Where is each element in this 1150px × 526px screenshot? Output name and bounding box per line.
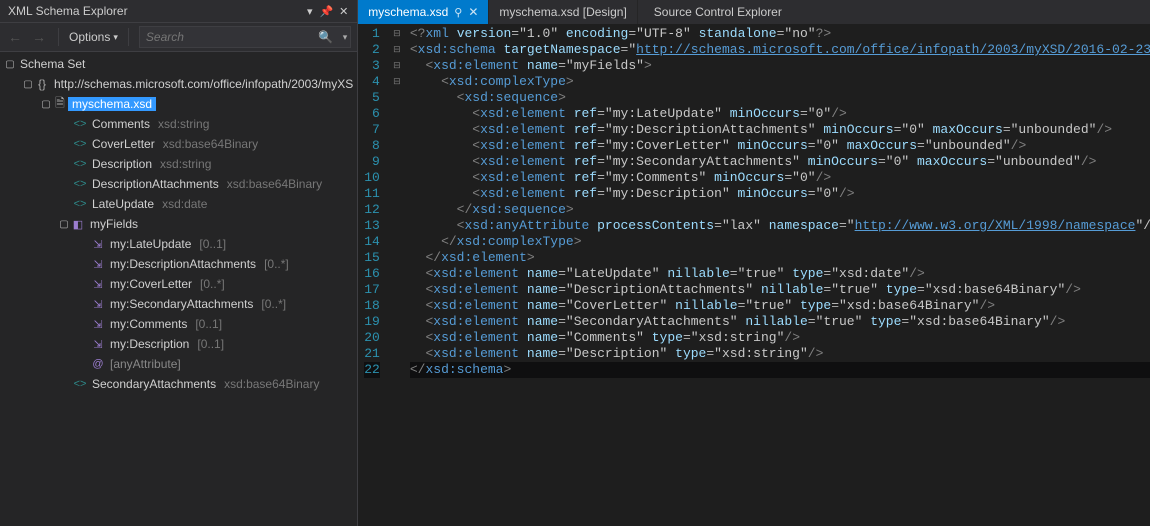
ref-node[interactable]: my:SecondaryAttachments xyxy=(106,297,257,311)
options-button[interactable]: Options ▾ xyxy=(69,30,118,44)
element-icon: <> xyxy=(72,378,88,390)
ref-node[interactable]: my:Description xyxy=(106,337,193,351)
ref-icon: ⇲ xyxy=(90,258,106,271)
element-node[interactable]: Description xyxy=(88,157,156,171)
element-type: xsd:base64Binary xyxy=(224,377,319,391)
options-label: Options xyxy=(69,30,110,44)
ref-icon: ⇲ xyxy=(90,318,106,331)
cardinality: [0..1] xyxy=(199,237,226,251)
window-options-icon[interactable]: ▾ xyxy=(304,6,315,17)
cardinality: [0..1] xyxy=(197,337,224,351)
element-node[interactable]: CoverLetter xyxy=(88,137,159,151)
ref-node[interactable]: my:Comments xyxy=(106,317,191,331)
ref-icon: ⇲ xyxy=(90,338,106,351)
xml-schema-explorer-panel: XML Schema Explorer ▾ 📌 ✕ ← → Options ▾ … xyxy=(0,0,358,526)
separator xyxy=(58,28,59,46)
namespace-icon: {} xyxy=(34,77,50,91)
anyattribute-icon: @ xyxy=(90,358,106,370)
toggle-icon[interactable]: ▢ xyxy=(22,79,34,90)
element-node[interactable]: LateUpdate xyxy=(88,197,158,211)
document-tabs: myschema.xsd ⚲ ✕ myschema.xsd [Design] S… xyxy=(358,0,1150,24)
element-icon: <> xyxy=(72,198,88,210)
ref-icon: ⇲ xyxy=(90,278,106,291)
ref-node[interactable]: my:LateUpdate xyxy=(106,237,195,251)
forward-icon[interactable]: → xyxy=(30,29,48,45)
element-node[interactable]: Comments xyxy=(88,117,154,131)
search-chevron-icon[interactable]: ▾ xyxy=(343,32,348,43)
search-wrap: 🔍 ▾ xyxy=(139,26,351,48)
close-icon[interactable]: ✕ xyxy=(338,6,349,17)
file-node[interactable]: myschema.xsd xyxy=(68,97,156,111)
ref-node[interactable]: my:DescriptionAttachments xyxy=(106,257,260,271)
element-type: xsd:date xyxy=(162,197,207,211)
file-icon: 🗎 xyxy=(52,94,68,115)
cardinality: [0..*] xyxy=(264,257,289,271)
toggle-icon[interactable]: ▢ xyxy=(40,99,52,110)
tab-label: myschema.xsd xyxy=(368,5,448,19)
namespace-node[interactable]: http://schemas.microsoft.com/office/info… xyxy=(50,77,357,91)
schema-tree[interactable]: ▢Schema Set ▢{}http://schemas.microsoft.… xyxy=(0,52,357,526)
back-icon[interactable]: ← xyxy=(6,29,24,45)
group-node[interactable]: myFields xyxy=(86,217,142,231)
tab-label: myschema.xsd [Design] xyxy=(499,5,626,19)
group-icon: ◧ xyxy=(70,218,86,231)
element-node[interactable]: DescriptionAttachments xyxy=(88,177,223,191)
line-number-gutter: 12345678910111213141516171819202122 xyxy=(358,24,390,526)
element-type: xsd:base64Binary xyxy=(227,177,322,191)
cardinality: [0..1] xyxy=(195,317,222,331)
element-type: xsd:base64Binary xyxy=(163,137,258,151)
search-icon[interactable]: 🔍 xyxy=(318,30,333,44)
schema-set-node[interactable]: Schema Set xyxy=(16,57,89,71)
pin-icon[interactable]: ⚲ xyxy=(454,6,462,19)
toggle-icon[interactable]: ▢ xyxy=(58,219,70,230)
element-icon: <> xyxy=(72,138,88,150)
close-icon[interactable]: ✕ xyxy=(468,5,478,19)
panel-titlebar: XML Schema Explorer ▾ 📌 ✕ xyxy=(0,0,357,23)
element-type: xsd:string xyxy=(160,157,211,171)
toggle-icon[interactable]: ▢ xyxy=(4,59,16,70)
pin-icon[interactable]: 📌 xyxy=(321,6,332,17)
cardinality: [0..*] xyxy=(200,277,225,291)
tab-source-control-explorer[interactable]: Source Control Explorer xyxy=(638,0,798,24)
ref-icon: ⇲ xyxy=(90,298,106,311)
panel-toolbar: ← → Options ▾ 🔍 ▾ xyxy=(0,23,357,52)
separator xyxy=(128,28,129,46)
editor-area: myschema.xsd ⚲ ✕ myschema.xsd [Design] S… xyxy=(358,0,1150,526)
anyattribute-node[interactable]: [anyAttribute] xyxy=(106,357,185,371)
tab-label: Source Control Explorer xyxy=(654,5,782,19)
code-area[interactable]: 12345678910111213141516171819202122 ⊟⊟⊟⊟… xyxy=(358,24,1150,526)
element-node[interactable]: SecondaryAttachments xyxy=(88,377,220,391)
code-content[interactable]: <?xml version="1.0" encoding="UTF-8" sta… xyxy=(404,24,1150,526)
element-icon: <> xyxy=(72,118,88,130)
tab-myschema-design[interactable]: myschema.xsd [Design] xyxy=(489,0,637,24)
element-type: xsd:string xyxy=(158,117,209,131)
cardinality: [0..*] xyxy=(261,297,286,311)
tab-myschema-xsd[interactable]: myschema.xsd ⚲ ✕ xyxy=(358,0,489,24)
element-icon: <> xyxy=(72,158,88,170)
ref-node[interactable]: my:CoverLetter xyxy=(106,277,196,291)
ref-icon: ⇲ xyxy=(90,238,106,251)
fold-column[interactable]: ⊟⊟⊟⊟ xyxy=(390,24,404,526)
chevron-down-icon: ▾ xyxy=(113,32,118,43)
element-icon: <> xyxy=(72,178,88,190)
panel-title-text: XML Schema Explorer xyxy=(8,4,128,18)
